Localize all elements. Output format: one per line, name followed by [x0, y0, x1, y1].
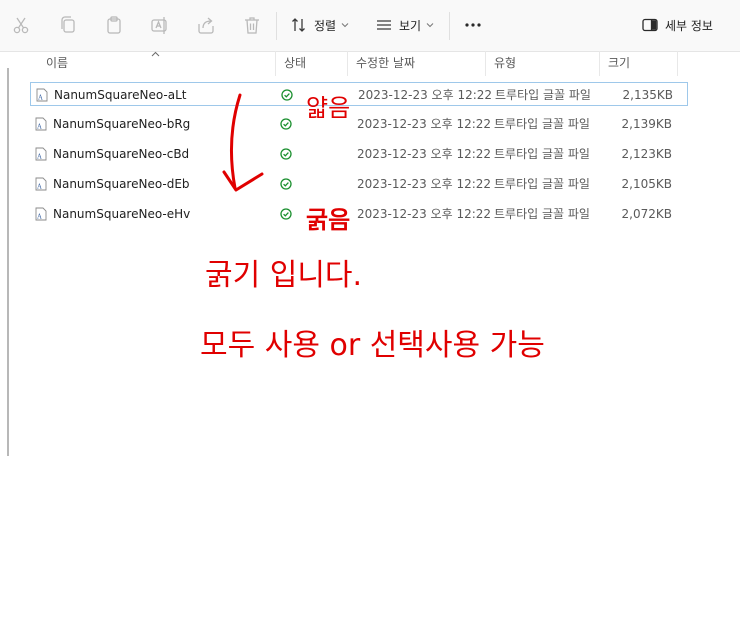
column-header-modified[interactable]: 수정한 날짜 — [348, 51, 486, 76]
view-icon — [377, 20, 391, 30]
svg-text:A: A — [36, 214, 42, 221]
details-label: 세부 정보 — [665, 18, 713, 33]
more-icon — [465, 23, 481, 27]
details-pane-button[interactable]: 세부 정보 — [641, 14, 713, 36]
file-name: NanumSquareNeo-eHv — [53, 207, 191, 221]
file-type: 트루타입 글꼴 파일 — [494, 177, 590, 191]
toolbar-separator — [449, 12, 450, 40]
file-modified: 2023-12-23 오후 12:22 — [357, 117, 492, 131]
file-name: NanumSquareNeo-bRg — [53, 117, 191, 131]
rename-icon[interactable] — [149, 14, 171, 36]
paste-icon[interactable] — [103, 14, 125, 36]
file-type: 트루타입 글꼴 파일 — [494, 147, 590, 161]
column-header-size[interactable]: 크기 — [600, 51, 678, 76]
file-row[interactable]: A NanumSquareNeo-cBd 2023-12-23 오후 12:22… — [30, 142, 688, 166]
file-row[interactable]: A NanumSquareNeo-aLt 2023-12-23 오후 12:22… — [30, 82, 688, 106]
svg-text:A: A — [37, 95, 43, 102]
font-file-icon: A — [34, 147, 48, 161]
font-file-icon: A — [34, 177, 48, 191]
file-modified: 2023-12-23 오후 12:22 — [358, 88, 493, 102]
sync-status-icon — [280, 112, 292, 136]
sort-icon — [292, 18, 305, 32]
annotation-line-2: 모두 사용 or 선택사용 가능 — [200, 328, 545, 363]
sort-label: 정렬 — [314, 18, 337, 33]
file-size: 2,072KB — [621, 207, 672, 221]
file-size: 2,139KB — [621, 117, 672, 131]
file-name: NanumSquareNeo-aLt — [54, 88, 187, 102]
svg-text:A: A — [36, 184, 42, 191]
file-type: 트루타입 글꼴 파일 — [494, 117, 590, 131]
annotation-line-1: 굵기 입니다. — [205, 258, 362, 293]
share-icon[interactable] — [195, 14, 217, 36]
file-row[interactable]: A NanumSquareNeo-dEb 2023-12-23 오후 12:22… — [30, 172, 688, 196]
details-pane-icon — [642, 18, 658, 32]
command-bar: 정렬 보기 세부 정보 — [0, 0, 740, 52]
file-size: 2,135KB — [622, 88, 673, 102]
svg-text:A: A — [36, 124, 42, 131]
toolbar-separator — [276, 12, 277, 40]
chevron-down-icon — [341, 23, 349, 28]
file-modified: 2023-12-23 오후 12:22 — [357, 147, 492, 161]
file-type: 트루타입 글꼴 파일 — [494, 207, 590, 221]
sync-status-icon — [280, 202, 292, 226]
sync-status-icon — [280, 142, 292, 166]
view-label: 보기 — [399, 18, 422, 33]
navigation-pane-divider[interactable] — [7, 68, 9, 456]
file-type: 트루타입 글꼴 파일 — [495, 88, 591, 102]
font-file-icon: A — [35, 88, 49, 102]
copy-icon[interactable] — [57, 14, 79, 36]
file-modified: 2023-12-23 오후 12:22 — [357, 207, 492, 221]
more-options-button[interactable] — [463, 14, 483, 36]
file-name: NanumSquareNeo-cBd — [53, 147, 190, 161]
file-size: 2,105KB — [621, 177, 672, 191]
file-modified: 2023-12-23 오후 12:22 — [357, 177, 492, 191]
delete-icon[interactable] — [241, 14, 263, 36]
file-row[interactable]: A NanumSquareNeo-bRg 2023-12-23 오후 12:22… — [30, 112, 688, 136]
view-button[interactable]: 보기 — [375, 14, 434, 36]
svg-text:A: A — [36, 154, 42, 161]
column-header-row: 이름 상태 수정한 날짜 유형 크기 — [0, 51, 740, 76]
cut-icon[interactable] — [10, 14, 32, 36]
font-file-icon: A — [34, 207, 48, 221]
sort-button[interactable]: 정렬 — [290, 14, 349, 36]
font-file-icon: A — [34, 117, 48, 131]
file-row[interactable]: A NanumSquareNeo-eHv 2023-12-23 오후 12:22… — [30, 202, 688, 226]
chevron-down-icon — [426, 23, 434, 28]
column-header-status[interactable]: 상태 — [276, 51, 348, 76]
file-name: NanumSquareNeo-dEb — [53, 177, 190, 191]
column-header-type[interactable]: 유형 — [486, 51, 600, 76]
sync-status-icon — [281, 83, 293, 107]
column-header-name[interactable]: 이름 — [38, 51, 276, 76]
sync-status-icon — [280, 172, 292, 196]
file-size: 2,123KB — [621, 147, 672, 161]
